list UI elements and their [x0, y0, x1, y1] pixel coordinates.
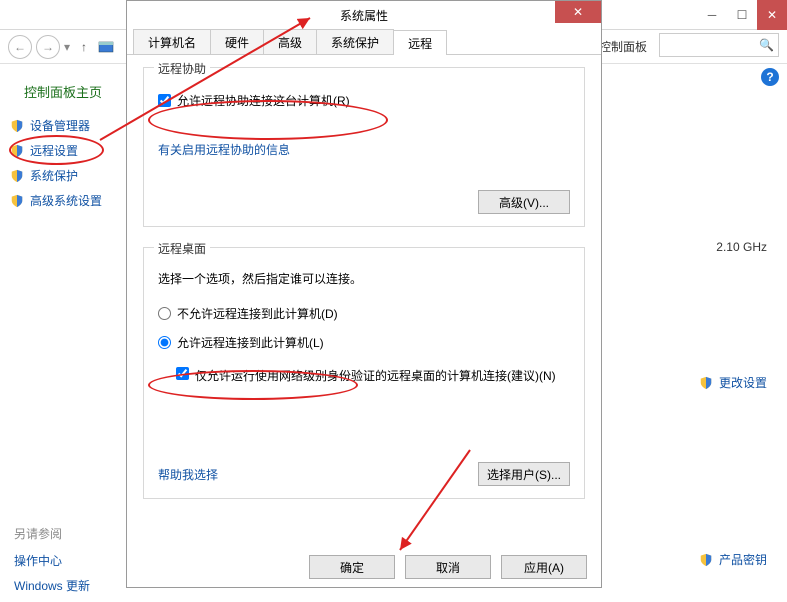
system-properties-dialog: 系统属性 ✕ 计算机名 硬件 高级 系统保护 远程 远程协助 允许远程协助连接这…: [126, 0, 602, 588]
product-key-link[interactable]: 产品密钥: [699, 551, 767, 568]
sidebar-item-label: 系统保护: [30, 167, 78, 184]
cpu-speed-value: 2.10 GHz: [716, 240, 767, 254]
dialog-title-text: 系统属性: [340, 7, 388, 24]
sidebar-item-device-manager[interactable]: 设备管理器: [10, 117, 120, 134]
change-settings-link[interactable]: 更改设置: [699, 374, 767, 391]
dialog-body: 远程协助 允许远程协助连接这台计算机(R) 有关启用远程协助的信息 高级(V).…: [127, 55, 601, 547]
instruction-text: 选择一个选项，然后指定谁可以连接。: [158, 270, 570, 287]
dialog-button-row: 确定 取消 应用(A): [309, 555, 587, 579]
ok-button[interactable]: 确定: [309, 555, 395, 579]
shield-icon: [699, 376, 713, 390]
sidebar-item-label: 远程设置: [30, 142, 78, 159]
dialog-tabs: 计算机名 硬件 高级 系统保护 远程: [127, 29, 601, 55]
nla-only-label: 仅允许运行使用网络级别身份验证的远程桌面的计算机连接(建议)(N): [195, 367, 556, 385]
tab-hardware[interactable]: 硬件: [210, 29, 264, 54]
nav-forward-button[interactable]: →: [36, 35, 60, 59]
explorer-maximize-button[interactable]: ☐: [727, 0, 757, 30]
sidebar-title[interactable]: 控制面板主页: [24, 82, 120, 101]
allow-remote-label: 允许远程连接到此计算机(L): [177, 334, 324, 351]
explorer-minimize-button[interactable]: ─: [697, 0, 727, 30]
group-remote-assistance: 远程协助 允许远程协助连接这台计算机(R) 有关启用远程协助的信息 高级(V).…: [143, 67, 585, 227]
shield-icon: [699, 553, 713, 567]
group-legend: 远程桌面: [154, 240, 210, 257]
advanced-button[interactable]: 高级(V)...: [478, 190, 570, 214]
sidebar-item-system-protection[interactable]: 系统保护: [10, 167, 120, 184]
nav-back-button[interactable]: ←: [8, 35, 32, 59]
nla-only-checkbox[interactable]: [176, 367, 189, 380]
help-me-choose-link[interactable]: 帮助我选择: [158, 466, 218, 483]
see-also-windows-update[interactable]: Windows 更新: [10, 577, 90, 594]
tab-computer-name[interactable]: 计算机名: [133, 29, 211, 54]
see-also-heading: 另请参阅: [10, 525, 90, 542]
cancel-button[interactable]: 取消: [405, 555, 491, 579]
shield-icon: [10, 169, 24, 183]
see-also-action-center[interactable]: 操作中心: [10, 552, 90, 569]
explorer-search-input[interactable]: 🔍: [659, 33, 779, 57]
dialog-titlebar: 系统属性 ✕: [127, 1, 601, 29]
group-remote-desktop: 远程桌面 选择一个选项，然后指定谁可以连接。 不允许远程连接到此计算机(D) 允…: [143, 247, 585, 499]
sidebar-item-label: 高级系统设置: [30, 192, 102, 209]
allow-remote-radio[interactable]: [158, 336, 171, 349]
allow-remote-assistance-checkbox[interactable]: [158, 94, 171, 107]
sidebar-item-label: 设备管理器: [30, 117, 90, 134]
shield-icon: [10, 119, 24, 133]
tab-advanced[interactable]: 高级: [263, 29, 317, 54]
sidebar-see-also: 另请参阅 操作中心 Windows 更新: [10, 525, 90, 602]
group-legend: 远程协助: [154, 60, 210, 77]
allow-remote-assistance-label: 允许远程协助连接这台计算机(R): [177, 92, 350, 109]
system-icon: [98, 39, 114, 55]
dialog-close-button[interactable]: ✕: [555, 1, 601, 23]
tab-remote[interactable]: 远程: [393, 30, 447, 55]
shield-icon: [10, 194, 24, 208]
nav-dropdown-icon[interactable]: ▾: [64, 40, 70, 54]
sidebar-item-advanced-settings[interactable]: 高级系统设置: [10, 192, 120, 209]
disallow-remote-radio[interactable]: [158, 307, 171, 320]
shield-icon: [10, 144, 24, 158]
breadcrumb-text[interactable]: 控制面板: [599, 38, 647, 55]
disallow-remote-label: 不允许远程连接到此计算机(D): [177, 305, 338, 322]
explorer-close-button[interactable]: ✕: [757, 0, 787, 30]
tab-system-protection[interactable]: 系统保护: [316, 29, 394, 54]
remote-assistance-info-link[interactable]: 有关启用远程协助的信息: [158, 141, 290, 158]
change-settings-label: 更改设置: [719, 374, 767, 391]
control-panel-sidebar: 控制面板主页 设备管理器 远程设置 系统保护 高级系统设置 另请参阅 操作中心 …: [10, 70, 120, 217]
apply-button[interactable]: 应用(A): [501, 555, 587, 579]
nav-up-button[interactable]: ↑: [74, 37, 94, 57]
sidebar-item-remote-settings[interactable]: 远程设置: [10, 142, 120, 159]
product-key-label: 产品密钥: [719, 551, 767, 568]
search-icon: 🔍: [759, 38, 774, 52]
help-icon[interactable]: ?: [761, 68, 779, 86]
select-users-button[interactable]: 选择用户(S)...: [478, 462, 570, 486]
